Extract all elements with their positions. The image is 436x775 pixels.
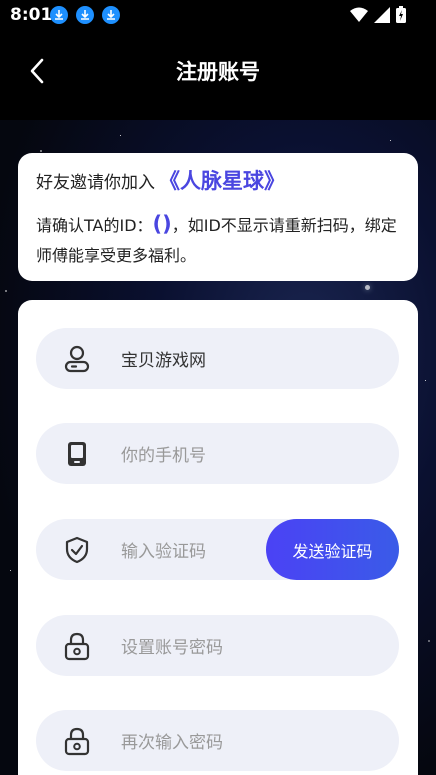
- send-code-button[interactable]: 发送验证码: [266, 519, 399, 580]
- download-icon: [76, 6, 94, 24]
- code-field[interactable]: 输入验证码 发送验证码: [36, 519, 399, 580]
- code-input[interactable]: 输入验证码: [121, 537, 206, 562]
- shield-check-icon: [62, 535, 92, 565]
- invite-card: 好友邀请你加入 《人脉星球》 请确认TA的ID：()，如ID不显示请重新扫码，绑…: [18, 153, 418, 281]
- status-bar: 8:01: [0, 0, 436, 30]
- battery-icon: [396, 6, 406, 23]
- register-form: 宝贝游戏网 你的手机号 输入验证码 发送验证码 设置账号密码 再次输入密码: [18, 300, 418, 775]
- invite-confirm-text: 请确认TA的ID：()，如ID不显示请重新扫码，绑定师傅能享受更多福利。: [36, 209, 400, 271]
- user-icon: [62, 344, 92, 374]
- wifi-icon: [350, 7, 368, 22]
- planet-name: 《人脉星球》: [159, 169, 285, 193]
- password-input[interactable]: 设置账号密码: [121, 633, 223, 658]
- inviter-name: 宝贝游戏网: [121, 351, 206, 371]
- invite-heading: 好友邀请你加入 《人脉星球》: [36, 165, 400, 195]
- confirm-password-field[interactable]: 再次输入密码: [36, 710, 399, 771]
- top-nav-bar: 注册账号: [0, 30, 436, 120]
- lock-icon: [62, 631, 92, 661]
- phone-input[interactable]: 你的手机号: [121, 441, 206, 466]
- system-icons: [350, 6, 406, 23]
- download-icon: [102, 6, 120, 24]
- page-title: 注册账号: [176, 60, 260, 84]
- lock-icon: [62, 726, 92, 756]
- inviter-id: (): [152, 212, 172, 236]
- confirm-prefix: 请确认TA的ID：: [36, 216, 153, 235]
- download-icon: [50, 6, 68, 24]
- invite-prefix: 好友邀请你加入: [36, 172, 155, 193]
- phone-field[interactable]: 你的手机号: [36, 423, 399, 484]
- inviter-field[interactable]: 宝贝游戏网: [36, 328, 399, 389]
- status-time: 8:01: [10, 5, 53, 25]
- password-field[interactable]: 设置账号密码: [36, 615, 399, 676]
- phone-icon: [62, 439, 92, 469]
- confirm-password-input[interactable]: 再次输入密码: [121, 728, 223, 753]
- signal-icon: [374, 6, 390, 23]
